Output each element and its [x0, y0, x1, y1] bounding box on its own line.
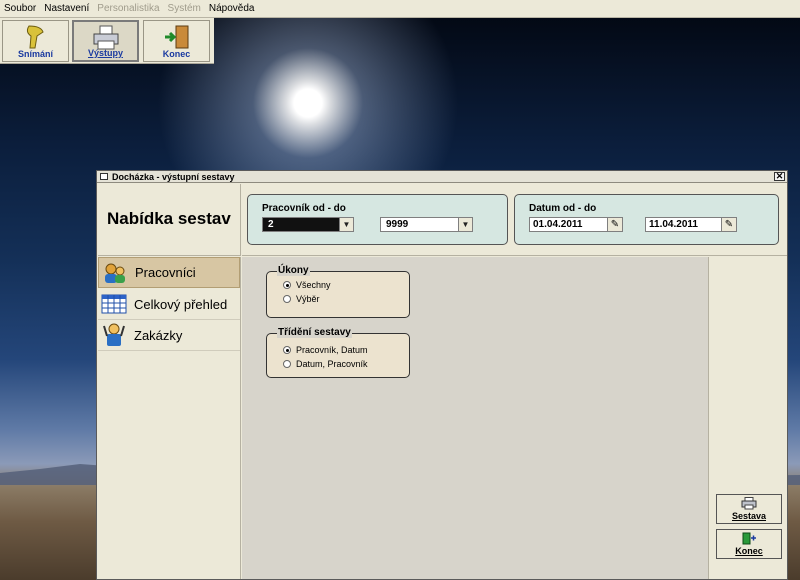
worker-range-title: Pracovník od - do — [262, 203, 346, 214]
ukony-option-vyber[interactable]: Výběr — [283, 294, 320, 304]
ukony-option-vsechny-label: Všechny — [296, 280, 331, 290]
konec-button[interactable]: Konec — [716, 529, 782, 559]
printer-icon — [741, 497, 757, 510]
report-window: Docházka - výstupní sestavy ✕ Nabídka se… — [96, 170, 788, 580]
ukony-group: Úkony Všechny Výběr — [266, 265, 410, 318]
date-from-value: 01.04.2011 — [533, 219, 583, 230]
sestava-label: Sestava — [731, 511, 767, 521]
trideni-option-datum-pracovnik[interactable]: Datum, Pracovník — [283, 359, 368, 369]
menubar: Soubor Nastavení Personalistika Systém N… — [0, 0, 800, 18]
table-overview-icon — [101, 292, 127, 316]
menu-personalistika[interactable]: Personalistika — [97, 3, 159, 14]
pencil-icon[interactable]: ✎ — [721, 218, 736, 231]
window-icon — [100, 173, 108, 180]
date-from-input[interactable]: 01.04.2011 ✎ — [529, 217, 623, 232]
trideni-option-datum-pracovnik-label: Datum, Pracovník — [296, 359, 368, 369]
nav-label-pracovnici: Pracovníci — [135, 265, 196, 280]
chevron-down-icon[interactable]: ▼ — [339, 218, 353, 231]
worker-from-select[interactable]: 2 ▼ — [262, 217, 354, 232]
worker-to-select[interactable]: 9999 ▼ — [380, 217, 473, 232]
vystupy-button[interactable]: Výstupy — [72, 20, 139, 62]
date-to-input[interactable]: 11.04.2011 ✎ — [645, 217, 737, 232]
konec-label: Konec — [735, 546, 763, 556]
date-range-group: Datum od - do 01.04.2011 ✎ 11.04.2011 ✎ — [514, 194, 779, 245]
radio-checked-icon[interactable] — [283, 281, 291, 289]
trideni-option-pracovnik-datum[interactable]: Pracovník, Datum — [283, 345, 368, 355]
chevron-down-icon[interactable]: ▼ — [458, 218, 472, 231]
header-title-panel: Nabídka sestav — [98, 184, 241, 256]
nav-label-zakazky: Zakázky — [134, 327, 183, 343]
report-options-panel: Úkony Všechny Výběr Třídění sestavy Prac… — [242, 257, 709, 579]
trideni-title: Třídění sestavy — [277, 327, 352, 338]
snimani-label: Snímání — [17, 49, 53, 59]
header-filter-panel: Pracovník od - do 2 ▼ 9999 ▼ Datum od - … — [242, 184, 787, 256]
printer-icon — [93, 25, 118, 50]
sestava-button[interactable]: Sestava — [716, 494, 782, 524]
ukony-option-vsechny[interactable]: Všechny — [283, 280, 331, 290]
workers-icon — [102, 261, 128, 285]
snimani-button[interactable]: Snímání — [2, 20, 69, 62]
pencil-icon[interactable]: ✎ — [607, 218, 622, 231]
exit-door-icon — [164, 25, 188, 49]
trideni-option-pracovnik-datum-label: Pracovník, Datum — [296, 345, 368, 355]
window-title: Docházka - výstupní sestavy — [112, 171, 235, 182]
exit-door-icon — [742, 532, 756, 545]
konec-toolbar-button[interactable]: Konec — [143, 20, 210, 62]
menu-nastaveni[interactable]: Nastavení — [44, 3, 89, 14]
menu-napoveda[interactable]: Nápověda — [209, 3, 255, 14]
worker-to-value: 9999 — [386, 219, 409, 230]
barcode-scanner-icon — [26, 25, 44, 49]
report-nav: Pracovníci Celkový přehled Zakázky — [98, 257, 241, 579]
action-panel: Sestava Konec — [710, 257, 787, 579]
nav-item-zakazky[interactable]: Zakázky — [98, 320, 240, 351]
trideni-group: Třídění sestavy Pracovník, Datum Datum, … — [266, 327, 410, 378]
toolbar: Snímání Výstupy Konec — [0, 18, 214, 64]
nav-item-pracovnici[interactable]: Pracovníci — [98, 257, 240, 288]
radio-unchecked-icon[interactable] — [283, 360, 291, 368]
nav-item-celkovy-prehled[interactable]: Celkový přehled — [98, 289, 240, 320]
orders-worker-icon — [101, 323, 127, 347]
konec-toolbar-label: Konec — [162, 49, 191, 59]
date-range-title: Datum od - do — [529, 203, 597, 214]
ukony-title: Úkony — [277, 265, 310, 276]
close-button[interactable]: ✕ — [774, 172, 785, 181]
menu-system[interactable]: Systém — [168, 3, 201, 14]
worker-range-group: Pracovník od - do 2 ▼ 9999 ▼ — [247, 194, 508, 245]
nav-label-celkovy-prehled: Celkový přehled — [134, 296, 228, 312]
radio-unchecked-icon[interactable] — [283, 295, 291, 303]
window-titlebar[interactable]: Docházka - výstupní sestavy ✕ — [97, 171, 787, 183]
page-title: Nabídka sestav — [107, 209, 231, 228]
worker-from-value: 2 — [268, 219, 274, 230]
date-to-value: 11.04.2011 — [649, 219, 698, 230]
menu-soubor[interactable]: Soubor — [4, 3, 36, 14]
ukony-option-vyber-label: Výběr — [296, 294, 320, 304]
radio-checked-icon[interactable] — [283, 346, 291, 354]
